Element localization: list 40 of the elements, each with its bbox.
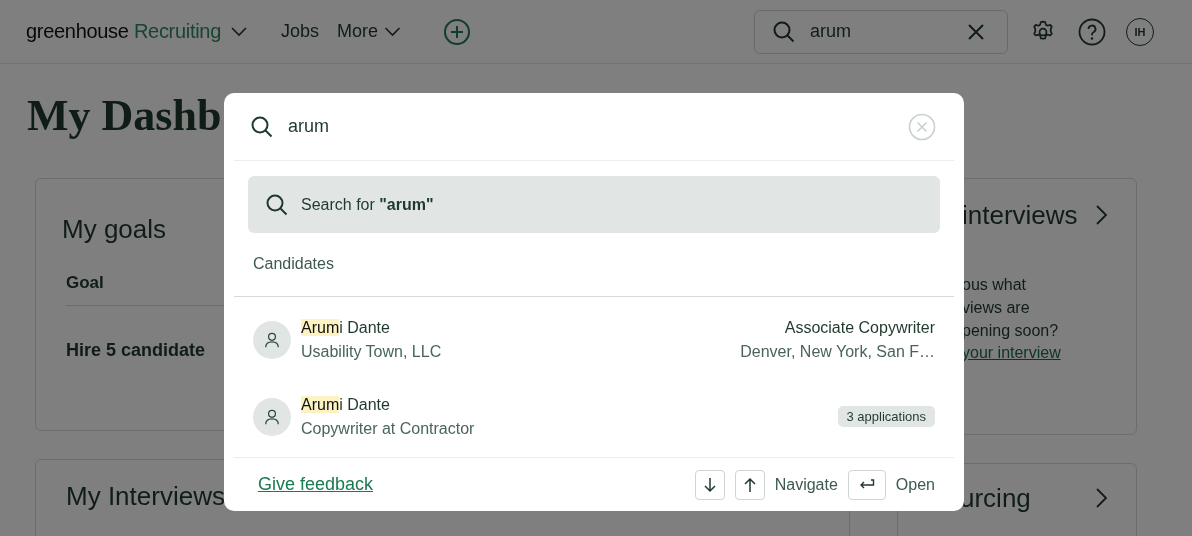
card-title: My Interviews: [66, 480, 225, 512]
applications-badge: 3 applications: [837, 406, 935, 427]
body-text: views are: [962, 298, 1031, 318]
enter-key-icon: [847, 469, 886, 500]
up-arrow-key-icon: [734, 469, 765, 500]
page-title: My Dashb: [27, 90, 222, 142]
shortcut-label: Navigate: [774, 475, 838, 494]
add-button[interactable]: [443, 17, 471, 46]
card-title: interviews: [962, 199, 1078, 231]
card-title: My goals: [62, 213, 167, 245]
chevron-down-icon[interactable]: [230, 26, 247, 37]
help-icon[interactable]: [1078, 17, 1106, 46]
shortcut-label: Open: [895, 475, 935, 494]
nav-menu-button[interactable]: More: [337, 21, 401, 42]
candidate-name: Arumi Dante: [301, 394, 391, 415]
chevron-down-icon: [384, 26, 401, 37]
search-icon: [265, 192, 289, 217]
search-field[interactable]: arum: [754, 9, 1008, 54]
chevron-right-icon[interactable]: [1096, 488, 1108, 508]
clear-icon[interactable]: [967, 22, 985, 41]
section-label: Candidates: [252, 254, 335, 274]
person-icon: [253, 397, 291, 436]
job-location: Denver, New York, San F…: [740, 341, 935, 362]
job-title: Associate Copywriter: [784, 317, 935, 338]
logo[interactable]: greenhouse Recruiting: [26, 20, 221, 43]
candidate-detail: Usability Town, LLC: [301, 341, 443, 362]
chevron-right-icon[interactable]: [1096, 205, 1108, 225]
candidate-result[interactable]: Arumi Dante Copywriter at Contractor 3 applications: [234, 378, 954, 455]
candidate-name: Arumi Dante: [301, 317, 391, 338]
search-input[interactable]: arum: [286, 115, 896, 138]
candidate-detail: Copywriter at Contractor: [301, 418, 476, 439]
table-cell: Hire 5 candidate: [66, 340, 206, 361]
down-arrow-key-icon: [694, 469, 725, 500]
search-icon: [772, 19, 796, 44]
search-for-option[interactable]: Search for "arum": [248, 176, 940, 233]
search-icon: [250, 114, 274, 139]
feedback-link[interactable]: Give feedback: [258, 474, 374, 495]
nav-link[interactable]: Jobs: [280, 21, 319, 42]
person-icon: [253, 320, 291, 359]
search-input[interactable]: arum: [808, 20, 955, 43]
